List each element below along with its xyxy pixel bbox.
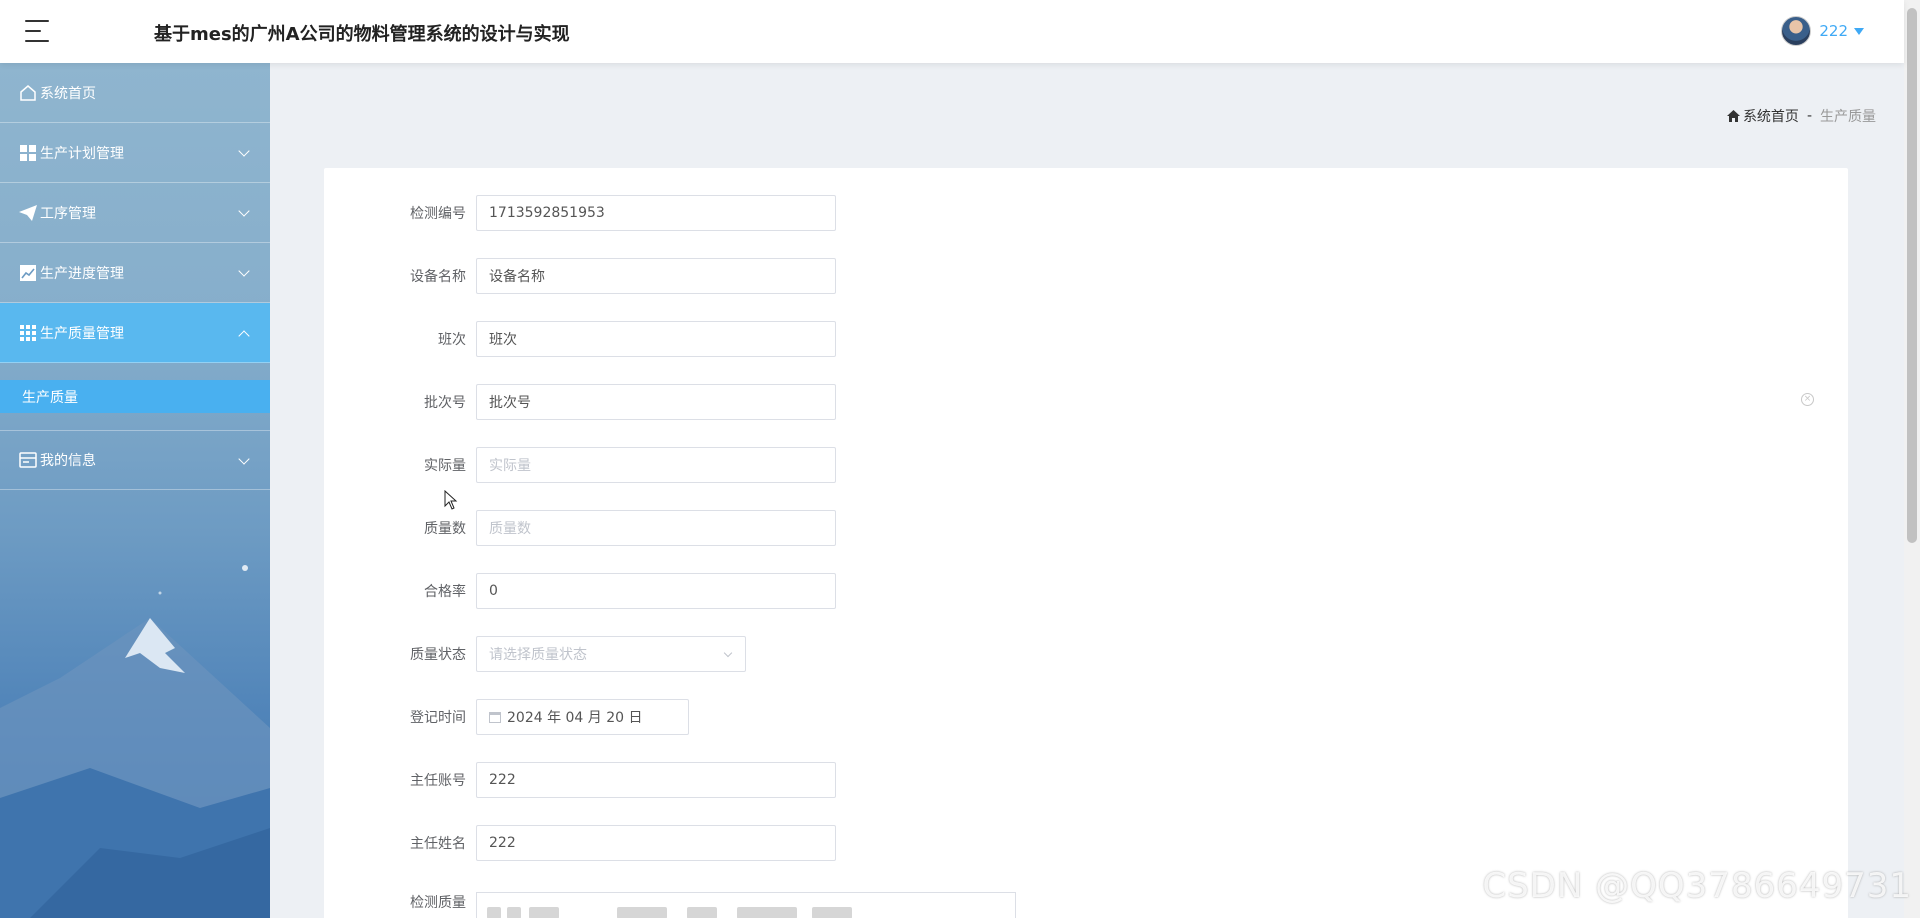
form-row-register-time: 登记时间 2024 年 04 月 20 日 (324, 699, 689, 735)
select-placeholder: 请选择质量状态 (489, 647, 587, 663)
field-label: 检测质量 (410, 895, 466, 911)
form-row-director-account: 主任账号 222 (324, 762, 836, 798)
user-menu[interactable]: 222 (1781, 16, 1864, 46)
field-label: 实际量 (424, 458, 466, 474)
quality-count-input[interactable]: 质量数 (476, 510, 836, 546)
sidebar-item-label: 生产质量管理 (40, 325, 124, 342)
line-chart-icon (18, 263, 38, 283)
form-row-quality-count: 质量数 质量数 (324, 510, 836, 546)
mountain-background (0, 565, 270, 918)
sidebar: 系统首页 生产计划管理 工序管理 生产进度管理 生产质量管理 生产质量 我的信息 (0, 63, 270, 918)
chevron-up-icon (238, 330, 250, 342)
chevron-down-icon (723, 648, 733, 658)
breadcrumb-home-label[interactable]: 系统首页 (1743, 106, 1799, 126)
sidebar-item-my-info[interactable]: 我的信息 (0, 430, 270, 490)
director-name-input[interactable]: 222 (476, 825, 836, 861)
form-row-inspection-quality: 检测质量 (324, 892, 1016, 918)
form-panel: 检测编号 1713592851953 设备名称 设备名称 班次 班次 批次号 批… (324, 168, 1848, 918)
quality-status-select[interactable]: 请选择质量状态 (476, 636, 746, 672)
register-date-picker[interactable]: 2024 年 04 月 20 日 (476, 699, 689, 735)
field-label: 设备名称 (410, 269, 466, 285)
form-row-device-name: 设备名称 设备名称 (324, 258, 836, 294)
field-label: 合格率 (424, 584, 466, 600)
breadcrumb: 系统首页 - 生产质量 (1726, 106, 1876, 126)
shift-input[interactable]: 班次 (476, 321, 836, 357)
home-icon (1726, 110, 1740, 122)
inspection-no-input[interactable]: 1713592851953 (476, 195, 836, 231)
field-label: 质量状态 (410, 647, 466, 663)
breadcrumb-home[interactable]: 系统首页 (1726, 106, 1799, 126)
director-account-input[interactable]: 222 (476, 762, 836, 798)
paper-plane-icon (18, 203, 38, 223)
sidebar-item-process[interactable]: 工序管理 (0, 183, 270, 243)
calendar-icon (489, 711, 501, 723)
mouse-cursor-icon (444, 490, 458, 510)
field-label: 班次 (438, 332, 466, 348)
form-row-pass-rate: 合格率 0 (324, 573, 836, 609)
rich-text-editor[interactable] (476, 892, 1016, 918)
sidebar-item-label: 我的信息 (40, 453, 96, 469)
top-header: 基于mes的广州A公司的物料管理系统的设计与实现 222 (0, 0, 1904, 63)
chevron-down-icon (238, 145, 250, 157)
home-icon (18, 83, 38, 103)
sidebar-item-label: 生产计划管理 (40, 145, 124, 162)
form-row-shift: 班次 班次 (324, 321, 836, 357)
device-name-input[interactable]: 设备名称 (476, 258, 836, 294)
field-label: 批次号 (424, 395, 466, 411)
avatar[interactable] (1781, 16, 1812, 46)
field-label: 检测编号 (410, 206, 466, 222)
sidebar-item-quality[interactable]: 生产质量管理 (0, 303, 270, 363)
sidebar-item-production-plan[interactable]: 生产计划管理 (0, 123, 270, 183)
date-value: 2024 年 04 月 20 日 (507, 710, 643, 726)
app-title: 基于mes的广州A公司的物料管理系统的设计与实现 (154, 24, 570, 45)
sidebar-item-label: 生产进度管理 (40, 265, 124, 282)
form-row-director-name: 主任姓名 222 (324, 825, 836, 861)
form-row-batch-no: 批次号 批次号 (324, 384, 836, 420)
form-row-quality-status: 质量状态 请选择质量状态 (324, 636, 746, 672)
watermark: CSDN @QQ3786649731 (1482, 866, 1912, 906)
field-label: 主任账号 (410, 773, 466, 789)
breadcrumb-separator: - (1806, 108, 1812, 124)
chevron-down-icon (238, 205, 250, 217)
sidebar-item-label: 工序管理 (40, 205, 96, 222)
scrollbar-thumb[interactable] (1907, 8, 1917, 543)
chevron-down-icon (238, 453, 250, 465)
hamburger-icon[interactable] (25, 20, 51, 42)
sidebar-subitem-quality[interactable]: 生产质量 (0, 380, 270, 413)
scrollbar[interactable] (1904, 0, 1920, 918)
actual-qty-input[interactable]: 实际量 (476, 447, 836, 483)
user-name[interactable]: 222 (1819, 22, 1848, 40)
field-label: 质量数 (424, 521, 466, 537)
chevron-down-icon (238, 265, 250, 277)
table-icon (18, 323, 38, 343)
breadcrumb-current: 生产质量 (1820, 109, 1876, 125)
card-icon (18, 450, 38, 470)
close-circle-icon[interactable]: × (1801, 393, 1814, 406)
form-row-inspection-no: 检测编号 1713592851953 (324, 195, 836, 231)
sidebar-item-progress[interactable]: 生产进度管理 (0, 243, 270, 303)
batch-no-input[interactable]: 批次号 (476, 384, 836, 420)
form-row-actual-qty: 实际量 实际量 (324, 447, 836, 483)
sidebar-item-home[interactable]: 系统首页 (0, 63, 270, 123)
caret-down-icon[interactable] (1854, 27, 1864, 35)
pass-rate-input[interactable]: 0 (476, 573, 836, 609)
grid-icon (18, 143, 38, 163)
sidebar-item-label: 系统首页 (40, 85, 96, 102)
field-label: 主任姓名 (410, 836, 466, 852)
field-label: 登记时间 (410, 710, 466, 726)
